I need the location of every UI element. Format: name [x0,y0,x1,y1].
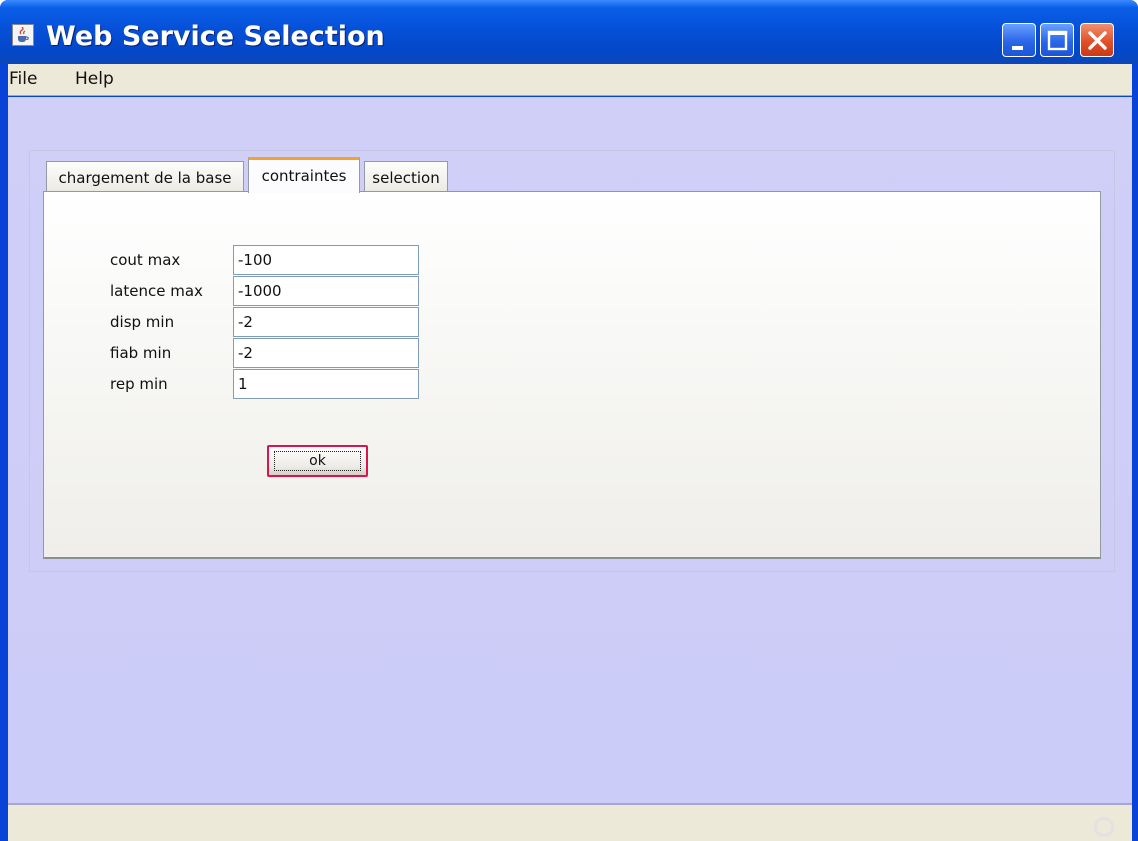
window-title: Web Service Selection [46,21,385,52]
status-bar [8,803,1132,841]
fiab-min-label: fiab min [110,344,172,362]
title-bar[interactable]: Web Service Selection [0,0,1138,64]
app-window: Web Service Selection File Help chargeme… [0,0,1138,841]
cout-max-label: cout max [110,251,181,269]
menu-file[interactable]: File [9,69,37,89]
content-area: chargement de la base contraintes select… [8,97,1132,803]
rep-min-label: rep min [110,375,168,393]
maximize-button[interactable] [1040,23,1074,57]
rep-min-field[interactable]: 1 [233,369,419,399]
minimize-button[interactable] [1002,23,1036,57]
menu-help[interactable]: Help [75,69,114,89]
fiab-min-field[interactable]: -2 [233,338,419,368]
tab-chargement-de-la-base[interactable]: chargement de la base [46,161,244,191]
minimize-icon [1012,46,1023,50]
close-icon [1088,31,1107,50]
close-button[interactable] [1080,23,1114,57]
disp-min-label: disp min [110,313,175,331]
disp-min-field[interactable]: -2 [233,307,419,337]
latence-max-label: latence max [110,282,203,300]
ok-button[interactable]: ok [267,445,368,477]
resize-grip-icon[interactable] [1094,817,1114,837]
latence-max-field[interactable]: -1000 [233,276,419,306]
ok-button-label: ok [274,451,361,471]
java-cup-icon[interactable] [12,24,34,46]
tab-contraintes[interactable]: contraintes [248,157,360,193]
contraintes-panel: cout max -100 latence max -1000 disp min… [43,191,1101,559]
cout-max-field[interactable]: -100 [233,245,419,275]
maximize-icon [1047,30,1068,51]
menu-bar: File Help [8,64,1132,96]
tab-selection[interactable]: selection [364,161,448,191]
